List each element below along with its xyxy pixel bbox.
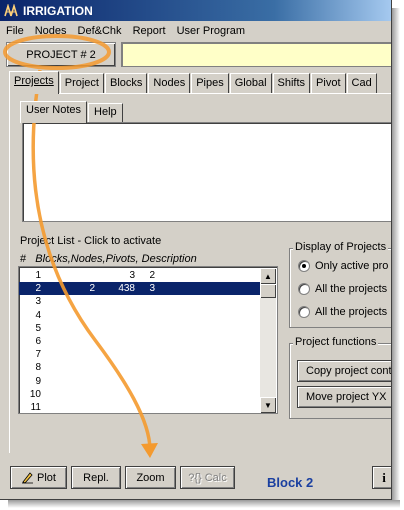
project-description-field[interactable] [121, 42, 391, 67]
tab-pivot[interactable]: Pivot [311, 73, 346, 94]
radio-off-icon[interactable] [298, 306, 310, 318]
radio-label: All the projects [315, 306, 388, 318]
project-list-row[interactable]: 7 [19, 348, 261, 361]
info-button[interactable]: i [372, 466, 391, 489]
project-list-row[interactable]: 2 2 438 3 [19, 282, 261, 296]
menu-bar: File Nodes Def&Chk Report User Program [0, 22, 391, 40]
tab-nodes[interactable]: Nodes [148, 73, 191, 94]
tab-cad[interactable]: Cad [346, 73, 377, 94]
row-number: 10 [29, 388, 41, 400]
radio-label: Only active pro [315, 260, 389, 272]
title-bar[interactable]: IRRIGATION [0, 0, 391, 21]
row-number: 3 [35, 296, 41, 308]
row-pivots: 2 [149, 270, 155, 281]
project-list-row[interactable]: 11 [19, 401, 261, 413]
menu-file[interactable]: File [0, 25, 29, 37]
tab-help[interactable]: Help [88, 103, 123, 123]
project-number-button[interactable]: PROJECT # 2 [6, 42, 116, 67]
menu-defchk[interactable]: Def&Chk [72, 25, 127, 37]
menu-report[interactable]: Report [127, 25, 171, 37]
radio-all-projects-1[interactable]: All the projects [298, 283, 387, 295]
plot-button[interactable]: Plot [10, 466, 67, 489]
project-list-row[interactable]: 9 [19, 375, 261, 388]
project-listbox[interactable]: 11 10 9 8 7 6 5 4 3 2 2 438 3 1 3 2 ▲ ▼ [18, 266, 278, 414]
menu-user-program[interactable]: User Program [171, 25, 250, 37]
pen-icon [21, 471, 34, 484]
row-number: 8 [35, 362, 41, 374]
project-list-row[interactable]: 5 [19, 322, 261, 335]
row-number: 5 [35, 322, 41, 334]
window-shadow-right [392, 8, 400, 504]
header-hash: # [20, 253, 27, 265]
scroll-down-icon[interactable]: ▼ [260, 397, 276, 413]
window-title: IRRIGATION [23, 3, 93, 18]
radio-label: All the projects [315, 283, 388, 295]
calc-button: ?{} Calc [180, 466, 235, 489]
project-list-header: # Blocks,Nodes,Pivots, Description [20, 253, 197, 265]
row-number: 4 [35, 309, 41, 321]
calc-label: Calc [204, 471, 227, 484]
project-list-row[interactable]: 8 [19, 361, 261, 374]
app-logo-icon [3, 3, 19, 19]
move-project-button[interactable]: Move project YX [297, 386, 391, 408]
radio-on-icon[interactable] [298, 260, 310, 272]
row-number: 11 [30, 402, 41, 413]
copy-project-button[interactable]: Copy project cont [297, 360, 391, 382]
plot-label: Plot [37, 471, 56, 484]
scroll-up-icon[interactable]: ▲ [260, 268, 276, 284]
row-nodes: 438 [118, 283, 135, 295]
radio-all-projects-2[interactable]: All the projects [298, 306, 387, 318]
row-number: 6 [35, 336, 41, 347]
row-pivots: 3 [149, 283, 155, 295]
window-shadow-bottom [8, 500, 400, 508]
row-number: 2 [35, 283, 41, 295]
header-columns: Blocks,Nodes,Pivots, Description [35, 253, 197, 265]
main-tabs: Projects Project Blocks Nodes Pipes Glob… [9, 71, 378, 94]
menu-nodes[interactable]: Nodes [29, 25, 72, 37]
radio-off-icon[interactable] [298, 283, 310, 295]
radio-only-active[interactable]: Only active pro [298, 260, 388, 272]
project-list-row[interactable]: 10 [19, 388, 261, 401]
tab-pipes[interactable]: Pipes [191, 73, 229, 94]
project-list-row[interactable]: 3 [19, 295, 261, 308]
row-number: 7 [35, 349, 41, 361]
display-projects-title: Display of Projects [293, 241, 389, 253]
tab-shifts[interactable]: Shifts [272, 73, 311, 94]
zoom-button[interactable]: Zoom [125, 466, 176, 489]
calc-icon: ?{} [188, 471, 202, 484]
scroll-thumb[interactable] [260, 284, 276, 298]
project-functions-title: Project functions [293, 336, 379, 348]
user-notes-textarea[interactable] [22, 122, 391, 222]
row-number: 9 [35, 375, 41, 387]
row-number: 1 [35, 270, 41, 281]
row-blocks: 2 [89, 283, 95, 295]
notes-tabs: User Notes Help [20, 101, 124, 123]
tab-blocks[interactable]: Blocks [105, 73, 148, 94]
project-list-row[interactable]: 6 [19, 335, 261, 348]
project-list-row[interactable]: 4 [19, 309, 261, 322]
info-icon: i [382, 469, 386, 485]
active-block-label: Block 2 [267, 475, 314, 490]
list-scrollbar[interactable]: ▲ ▼ [260, 268, 276, 413]
project-bar: PROJECT # 2 [0, 40, 391, 68]
tab-user-notes[interactable]: User Notes [20, 101, 88, 123]
tab-project[interactable]: Project [59, 73, 104, 94]
project-list-title: Project List - Click to activate [20, 235, 162, 247]
tab-global[interactable]: Global [229, 73, 272, 94]
row-nodes: 3 [129, 270, 135, 281]
tab-projects[interactable]: Projects [9, 71, 59, 94]
project-list-row[interactable]: 1 3 2 [19, 269, 261, 282]
replace-button[interactable]: Repl. [71, 466, 121, 489]
irrigation-window: IRRIGATION File Nodes Def&Chk Report Use… [0, 0, 392, 500]
